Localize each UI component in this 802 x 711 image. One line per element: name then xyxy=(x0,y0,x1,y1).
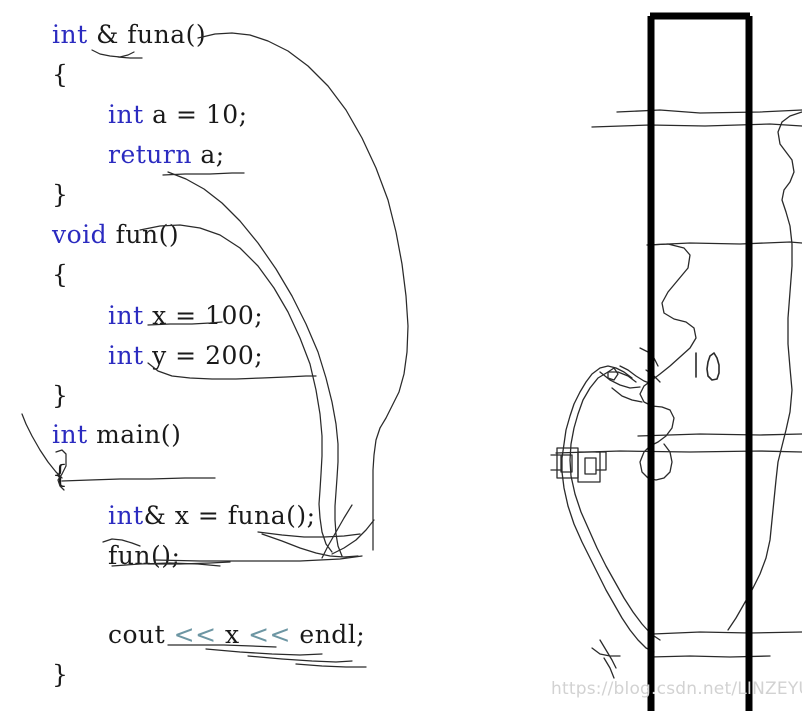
code-token-kw: int xyxy=(108,301,144,330)
handwritten-ten xyxy=(695,352,720,381)
code-token-plain: a; xyxy=(191,140,225,169)
code-line-3: int a = 10; xyxy=(108,102,248,127)
code-line-2: { xyxy=(52,62,68,87)
code-line-4: return a; xyxy=(108,142,225,167)
code-token-kw: int xyxy=(52,20,88,49)
code-token-kw: int xyxy=(108,501,144,530)
code-token-plain: { xyxy=(52,460,69,489)
code-token-kw: return xyxy=(108,140,192,169)
code-line-6: void fun() xyxy=(52,222,179,247)
code-token-kw: int xyxy=(108,100,144,129)
code-line-12: { xyxy=(52,462,68,487)
code-token-plain: main() xyxy=(87,420,182,449)
code-token-plain: } xyxy=(52,660,69,689)
code-token-plain: } xyxy=(52,180,69,209)
code-line-7: { xyxy=(52,262,68,287)
code-token-plain: } xyxy=(52,381,69,410)
code-token-plain: fun() xyxy=(107,220,180,249)
code-token-kw: void xyxy=(52,220,108,249)
code-token-plain: x xyxy=(216,620,249,649)
code-token-plain: a = 10; xyxy=(143,100,248,129)
code-token-plain: & funa() xyxy=(87,20,207,49)
code-token-kw: int xyxy=(52,420,88,449)
code-token-plain: & x = funa(); xyxy=(143,501,316,530)
watermark-text: https://blog.csdn.net/LINZEYU666 xyxy=(551,679,802,699)
code-token-plain: { xyxy=(52,260,69,289)
screenshot-canvas: int & funa() { int a = 10; return a; } v… xyxy=(0,0,802,711)
code-line-13: int& x = funa(); xyxy=(108,503,316,528)
code-token-op: << xyxy=(248,620,291,649)
code-token-op: << xyxy=(173,620,217,649)
code-line-17: } xyxy=(52,662,68,687)
code-token-plain: x = 100; xyxy=(143,301,264,330)
code-line-1: int & funa() xyxy=(52,22,206,47)
code-line-5: } xyxy=(52,182,68,207)
code-line-8: int x = 100; xyxy=(108,303,263,328)
code-token-plain: fun(); xyxy=(108,541,181,570)
code-line-10: } xyxy=(52,383,68,408)
code-line-9: int y = 200; xyxy=(108,343,263,368)
code-block: int & funa() { int a = 10; return a; } v… xyxy=(0,0,470,711)
code-token-plain: { xyxy=(52,60,69,89)
code-token-plain: cout xyxy=(108,620,174,649)
code-token-plain: y = 200; xyxy=(143,341,264,370)
code-token-kw: int xyxy=(108,341,144,370)
code-line-11: int main() xyxy=(52,422,181,447)
code-token-plain: endl; xyxy=(290,620,366,649)
code-line-16: cout << x << endl; xyxy=(108,622,365,647)
code-line-14: fun(); xyxy=(108,543,180,568)
